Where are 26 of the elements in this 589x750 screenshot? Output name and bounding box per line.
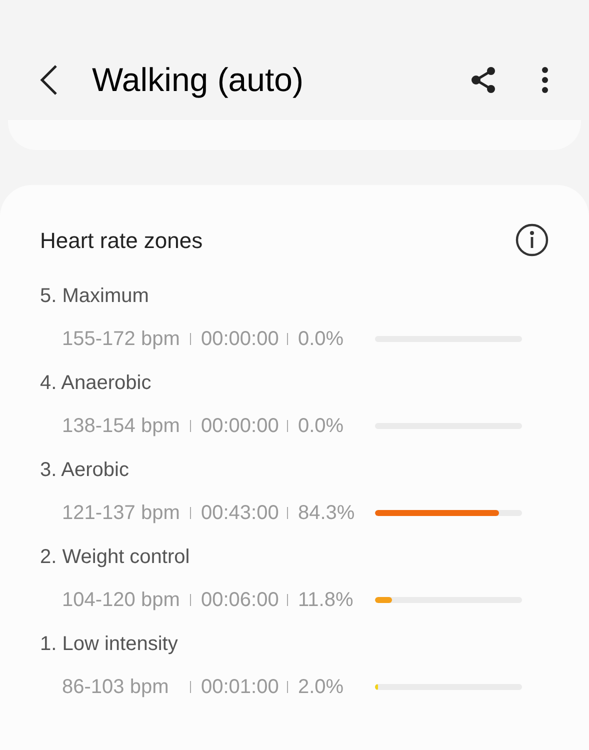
zone-percent: 0.0%: [298, 327, 345, 352]
zone-percent: 0.0%: [298, 414, 345, 439]
info-icon[interactable]: [515, 223, 549, 257]
zone-duration: 00:01:00: [201, 675, 280, 700]
bpm-range: 86-103 bpm: [62, 675, 170, 700]
zone-percent: 84.3%: [298, 501, 356, 526]
back-icon[interactable]: [38, 64, 60, 96]
zone-name: 5. Maximum: [40, 284, 150, 309]
more-options-icon[interactable]: [541, 67, 549, 93]
zone-duration: 00:43:00: [201, 501, 280, 526]
zone-percent: 11.8%: [298, 588, 354, 613]
zone-name: 3. Aerobic: [40, 458, 130, 483]
bpm-range: 121-137 bpm: [62, 501, 181, 526]
zone-name: 1. Low intensity: [40, 632, 179, 657]
bpm-range: 104-120 bpm: [62, 588, 181, 613]
zone-percent: 2.0%: [298, 675, 345, 700]
card-title: Heart rate zones: [40, 226, 203, 254]
bpm-range: 155-172 bpm: [62, 327, 181, 352]
zone-duration: 00:00:00: [201, 414, 280, 439]
page-title: Walking (auto): [92, 60, 304, 100]
zone-duration: 00:00:00: [201, 327, 280, 352]
share-icon[interactable]: [471, 66, 497, 94]
bpm-range: 138-154 bpm: [62, 414, 181, 439]
zone-name: 4. Anaerobic: [40, 371, 152, 396]
zone-name: 2. Weight control: [40, 545, 191, 570]
zone-duration: 00:06:00: [201, 588, 280, 613]
